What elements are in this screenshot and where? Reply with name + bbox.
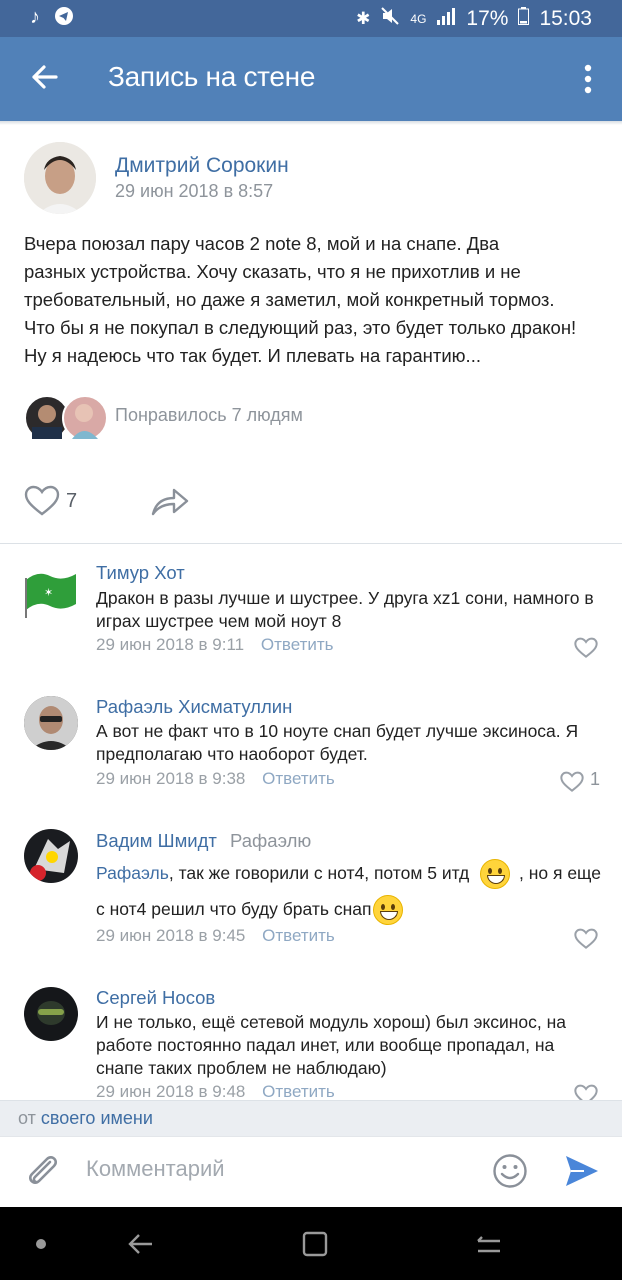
comment-text-part: , но я еще xyxy=(519,863,601,883)
reply-button[interactable]: Ответить xyxy=(262,1082,335,1100)
comment-date: 29 июн 2018 в 9:11 xyxy=(96,635,245,654)
comment-heart-icon[interactable] xyxy=(574,637,598,659)
divider xyxy=(0,543,622,544)
grinning-emoji-icon xyxy=(480,859,511,890)
post-as-text: от своего имени xyxy=(18,1108,153,1129)
post-author-name[interactable]: Дмитрий Сорокин xyxy=(115,154,289,178)
post-text-line: разных устройства. Хочу сказать, что я н… xyxy=(24,261,521,282)
comment-date: 29 июн 2018 в 9:38 xyxy=(96,769,246,788)
post-text-line: Что бы я не покупал в следующий раз, это… xyxy=(24,317,577,338)
comment-meta: 29 июн 2018 в 9:38 Ответить xyxy=(96,769,335,789)
comment-text-part: с нот4 решил что буду брать снап xyxy=(96,899,372,919)
appbar-shadow xyxy=(0,121,622,125)
post-as-link[interactable]: своего имени xyxy=(41,1108,153,1128)
battery-percent: 17% xyxy=(466,7,509,30)
post-text: Вчера поюзал пару часов 2 note 8, мой и … xyxy=(24,230,604,370)
back-arrow-icon[interactable] xyxy=(26,57,66,97)
nav-overview-icon[interactable] xyxy=(300,1229,330,1264)
comment-author[interactable]: Сергей Носов xyxy=(96,987,215,1009)
liker-avatar xyxy=(62,395,108,441)
post-as-bar[interactable]: от своего имени xyxy=(0,1100,622,1137)
comment-heart-icon[interactable] xyxy=(574,928,598,950)
comment-avatar[interactable] xyxy=(24,987,78,1041)
post-text-line: требовательный, но даже я заметил, мой к… xyxy=(24,289,555,310)
app-bar: Запись на стене xyxy=(0,37,622,121)
comment-date: 29 июн 2018 в 9:48 xyxy=(96,1082,246,1100)
reply-button[interactable]: Ответить xyxy=(262,769,335,788)
post-text-line: Вчера поюзал пару часов 2 note 8, мой и … xyxy=(24,233,500,254)
page-title: Запись на стене xyxy=(108,61,316,92)
system-nav-bar xyxy=(0,1207,622,1280)
comment-text-line: Дракон в разы лучше и шустрее. У друга x… xyxy=(96,588,594,608)
likes-summary[interactable]: Понравилось 7 людям xyxy=(115,405,303,426)
signal-icon xyxy=(436,7,456,31)
comment-heart-icon[interactable] xyxy=(560,771,584,793)
nav-recent-icon[interactable] xyxy=(474,1229,504,1264)
mute-icon xyxy=(380,6,400,32)
network-type: 4G xyxy=(410,12,427,26)
heart-icon[interactable] xyxy=(24,485,60,517)
comment-avatar[interactable] xyxy=(24,696,78,750)
comment-text-line: работе постоянно падал инет, или вообще … xyxy=(96,1035,555,1055)
post-author-avatar[interactable] xyxy=(24,142,96,214)
comment-text: А вот не факт что в 10 ноуте снап будет … xyxy=(96,720,606,766)
comment-author[interactable]: Тимур Хот xyxy=(96,562,185,584)
reply-button[interactable]: Ответить xyxy=(262,926,335,945)
svg-text:✶: ✶ xyxy=(44,586,53,599)
nav-back-icon[interactable] xyxy=(126,1229,156,1264)
mention-link[interactable]: Рафаэль xyxy=(96,863,169,883)
post-like-count: 7 xyxy=(66,490,78,512)
comment-text-line: играх шустрее чем мой ноут 8 xyxy=(96,611,342,631)
comment-text-line: А вот не факт что в 10 ноуте снап будет … xyxy=(96,721,579,741)
comment-meta: 29 июн 2018 в 9:11 Ответить xyxy=(96,635,334,655)
comment-text-line: Рафаэль, так же говорили с нот4, потом 5… xyxy=(96,855,606,891)
comment-text-line: снапе таких проблем не наблюдаю) xyxy=(96,1058,387,1078)
post-date: 29 июн 2018 в 8:57 xyxy=(115,181,274,201)
comment-like-count: 1 xyxy=(590,769,601,789)
comment-text-line: с нот4 решил что буду брать снап xyxy=(96,891,606,927)
notification-icons: ♪ xyxy=(30,6,74,32)
comment-date: 29 июн 2018 в 9:45 xyxy=(96,926,246,945)
comment-text: И не только, ещё сетевой модуль хорош) б… xyxy=(96,1011,606,1080)
comment-text: Рафаэль, так же говорили с нот4, потом 5… xyxy=(96,855,606,927)
laughing-emoji-icon xyxy=(373,895,404,926)
comment-avatar[interactable]: ✶ xyxy=(24,564,78,618)
bluetooth-icon: ✱ xyxy=(356,9,371,28)
attach-paperclip-icon[interactable] xyxy=(24,1152,60,1190)
music-note-icon: ♪ xyxy=(30,6,40,28)
reply-button[interactable]: Ответить xyxy=(261,635,334,654)
comment-author[interactable]: Вадим Шмидт Рафаэлю xyxy=(96,830,311,852)
status-icons: ✱ 4G 17% 15:03 xyxy=(356,6,592,32)
comment-input[interactable]: Комментарий xyxy=(86,1156,225,1182)
comment-text-line: предполагаю что наоборот будет. xyxy=(96,744,368,764)
share-icon[interactable] xyxy=(150,486,190,518)
comment-avatar[interactable] xyxy=(24,829,78,883)
send-icon[interactable] xyxy=(562,1152,600,1190)
clock: 15:03 xyxy=(539,7,592,30)
comment-text-part: , так же говорили с нот4, потом 5 итд xyxy=(168,863,470,883)
reply-to-name[interactable]: Рафаэлю xyxy=(230,830,311,851)
post-as-prefix: от xyxy=(18,1108,36,1128)
comment-heart-icon[interactable] xyxy=(574,1084,598,1100)
post-text-line: Ну я надеюсь что так будет. И плевать на… xyxy=(24,345,481,366)
battery-icon xyxy=(518,7,530,31)
comment-meta: 29 июн 2018 в 9:45 Ответить xyxy=(96,926,335,946)
emoji-smile-icon[interactable] xyxy=(492,1153,528,1189)
comment-meta: 29 июн 2018 в 9:48 Ответить xyxy=(96,1082,335,1100)
comment-text-line: И не только, ещё сетевой модуль хорош) б… xyxy=(96,1012,567,1032)
telegram-icon xyxy=(54,6,74,32)
comment-author-name[interactable]: Вадим Шмидт xyxy=(96,830,217,851)
comment-text: Дракон в разы лучше и шустрее. У друга x… xyxy=(96,587,606,633)
comment-author[interactable]: Рафаэль Хисматуллин xyxy=(96,696,292,718)
status-bar: ♪ ✱ 4G 17% 15:03 xyxy=(0,0,622,37)
more-vertical-icon[interactable] xyxy=(574,57,602,101)
nav-dot-icon[interactable] xyxy=(36,1239,46,1249)
